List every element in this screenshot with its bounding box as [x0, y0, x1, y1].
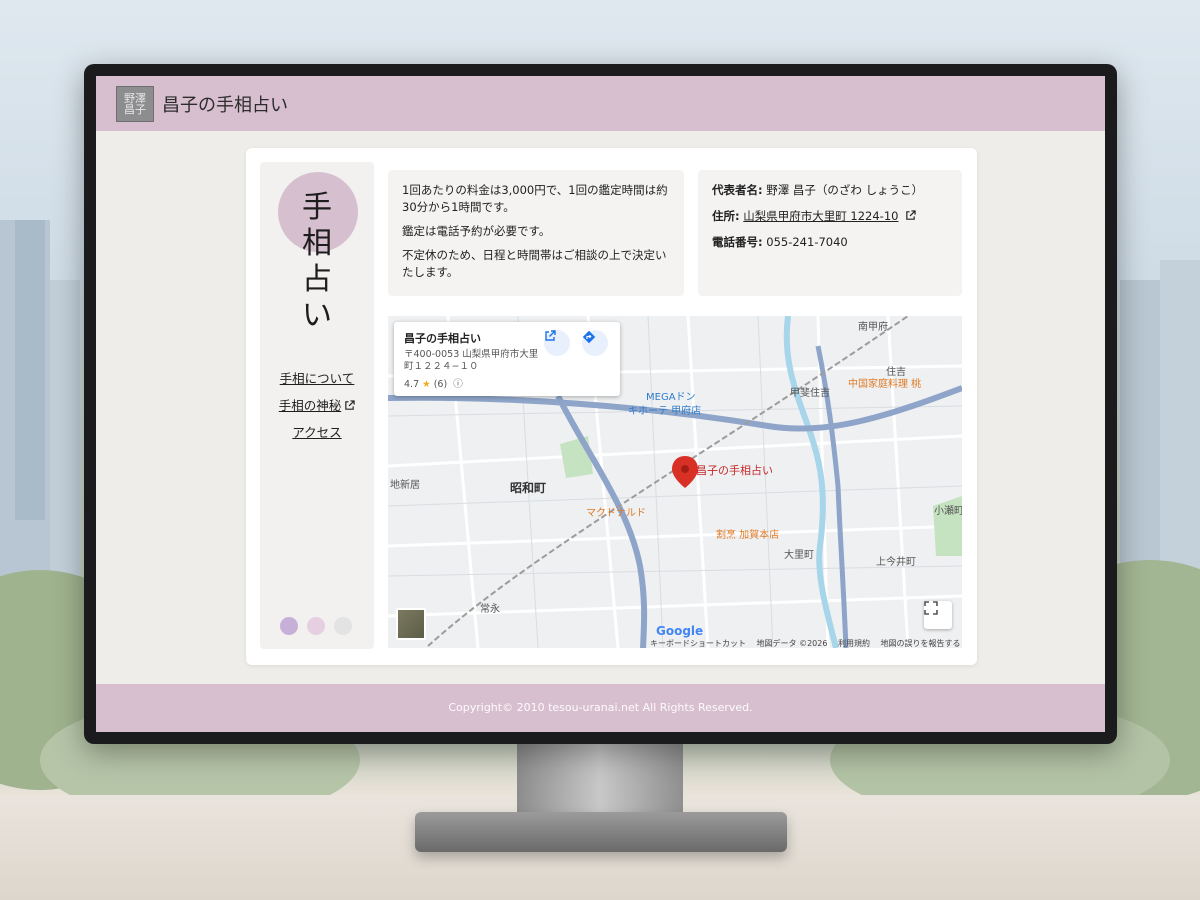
nav-link-about-palmistry[interactable]: 手相について — [260, 368, 374, 387]
map-poi-mega[interactable]: MEGAドン — [646, 388, 696, 403]
site-logo[interactable]: 野澤 昌子 — [116, 86, 154, 122]
map-label-chishinbo: 地新居 — [390, 480, 420, 491]
monitor-stand-neck — [517, 744, 683, 818]
map-label-sumiyoshi-2: 住吉 — [886, 367, 906, 378]
map-area-label: 昭和町 — [510, 481, 547, 495]
external-link-icon — [345, 400, 355, 410]
keyboard-shortcuts-link[interactable]: キーボードショートカット — [650, 639, 746, 648]
fullscreen-button[interactable] — [924, 601, 952, 629]
map-poi-kaga[interactable]: 割烹 加賀本店 — [716, 526, 779, 541]
terms-link[interactable]: 利用規約 — [838, 639, 870, 648]
phone-value: 055-241-7040 — [766, 235, 848, 249]
slider-dot[interactable] — [280, 617, 298, 635]
open-in-maps-button[interactable] — [544, 330, 570, 356]
popup-title[interactable]: 昌子の手相占い — [404, 330, 610, 346]
nav-link-access[interactable]: アクセス — [260, 422, 374, 441]
nav-link-label: 手相の神秘 — [278, 398, 342, 413]
map-footer: キーボードショートカット 地図データ ©2026 利用規約 地図の誤りを報告する — [650, 638, 962, 648]
monitor-screen: 野澤 昌子 昌子の手相占い 手 相 占 い 手相について 手相の神秘 アクセス — [96, 76, 1105, 732]
review-count[interactable]: (6) — [434, 379, 447, 390]
slider-dot[interactable] — [307, 617, 325, 635]
phone-label: 電話番号: — [712, 235, 763, 249]
map-pin-label[interactable]: 昌子の手相占い — [696, 462, 773, 478]
map-poi-mcdonalds[interactable]: マクドナルド — [586, 504, 646, 519]
map-label-kosegawa: 小瀬町 — [934, 506, 962, 517]
popup-address: 〒400-0053 山梨県甲府市大里町１２２４−１０ — [404, 349, 539, 372]
vertical-title-char: 手 — [302, 190, 332, 225]
directions-button[interactable] — [582, 330, 608, 356]
directions-icon — [582, 330, 596, 344]
open-external-icon — [545, 330, 556, 341]
popup-rating[interactable]: 4.7 ★ (6) ⓘ — [404, 376, 610, 390]
logo-text: 野澤 昌子 — [124, 92, 146, 116]
slider-dots — [280, 617, 352, 635]
report-error-link[interactable]: 地図の誤りを報告する — [881, 639, 961, 648]
fee-info-box: 1回あたりの料金は3,000円で、1回の鑑定時間は約30分から1時間です。 鑑定… — [388, 170, 684, 296]
monitor-stand-base — [415, 812, 787, 852]
map-label-kamiimai: 上今井町 — [876, 557, 916, 568]
site-header: 野澤 昌子 昌子の手相占い — [96, 76, 1105, 131]
vertical-title: 手 相 占 い — [260, 190, 374, 334]
star-icon: ★ — [422, 379, 431, 390]
rating-value: 4.7 — [404, 379, 420, 390]
phone-row: 電話番号: 055-241-7040 — [712, 234, 948, 250]
site-title[interactable]: 昌子の手相占い — [162, 91, 288, 117]
vertical-title-char: 占 — [302, 262, 332, 297]
map-data-credit: 地図データ ©2026 — [756, 639, 828, 648]
address-link[interactable]: 山梨県甲府市大里町 1224-10 — [743, 209, 898, 223]
content-card: 手 相 占 い 手相について 手相の神秘 アクセス 1回あたりの料金は3,000… — [246, 148, 977, 665]
copyright-text: Copyright© 2010 tesou-uranai.net All Rig… — [448, 701, 753, 714]
nav-link-palmistry-mystery[interactable]: 手相の神秘 — [260, 395, 374, 414]
side-nav: 手相について 手相の神秘 アクセス — [260, 368, 374, 449]
sidebar: 手 相 占 い 手相について 手相の神秘 アクセス — [260, 162, 374, 649]
monitor-frame: 野澤 昌子 昌子の手相占い 手 相 占 い 手相について 手相の神秘 アクセス — [84, 64, 1117, 744]
fullscreen-icon — [924, 601, 938, 615]
google-wordmark: Google — [656, 624, 704, 638]
external-link-icon — [906, 210, 916, 220]
embedded-map[interactable]: 昌子の手相占い 昭和町 マクドナルド MEGAドン キホーテ 甲府店 割烹 加賀… — [388, 316, 962, 648]
fee-text: 1回あたりの料金は3,000円で、1回の鑑定時間は約30分から1時間です。 — [402, 183, 668, 214]
map-label-jouei: 常永 — [480, 604, 500, 615]
vertical-title-char: い — [302, 298, 332, 333]
map-info-popup: 昌子の手相占い 〒400-0053 山梨県甲府市大里町１２２４−１０ 4.7 ★… — [394, 322, 620, 396]
rep-row: 代表者名: 野澤 昌子（のざわ しょうこ） — [712, 182, 948, 198]
map-label-osato: 大里町 — [784, 550, 814, 561]
map-label-sumiyoshi: 甲斐住吉 — [790, 388, 830, 399]
google-logo: Google — [656, 624, 703, 638]
address-label: 住所: — [712, 209, 740, 223]
contact-info-box: 代表者名: 野澤 昌子（のざわ しょうこ） 住所: 山梨県甲府市大里町 1224… — [698, 170, 962, 296]
map-poi-chinese[interactable]: 中国家庭料理 桃 — [848, 375, 921, 390]
schedule-text: 不定休のため、日程と時間帯はご相談の上で決定いたします。 — [402, 248, 667, 279]
slider-dot[interactable] — [334, 617, 352, 635]
rep-value: 野澤 昌子（のざわ しょうこ） — [766, 183, 924, 197]
vertical-title-char: 相 — [302, 226, 332, 261]
nav-link-label: 手相について — [279, 371, 355, 386]
address-row: 住所: 山梨県甲府市大里町 1224-10 — [712, 208, 948, 224]
nav-link-label: アクセス — [292, 425, 342, 440]
reservation-text: 鑑定は電話予約が必要です。 — [402, 224, 551, 238]
map-label-minamikoshi: 南甲府 — [858, 322, 888, 333]
rep-label: 代表者名: — [712, 183, 763, 197]
map-poi-mega-2[interactable]: キホーテ 甲府店 — [628, 402, 701, 417]
info-icon[interactable]: ⓘ — [453, 379, 463, 390]
satellite-toggle-button[interactable] — [396, 608, 426, 640]
site-footer: Copyright© 2010 tesou-uranai.net All Rig… — [96, 684, 1105, 732]
